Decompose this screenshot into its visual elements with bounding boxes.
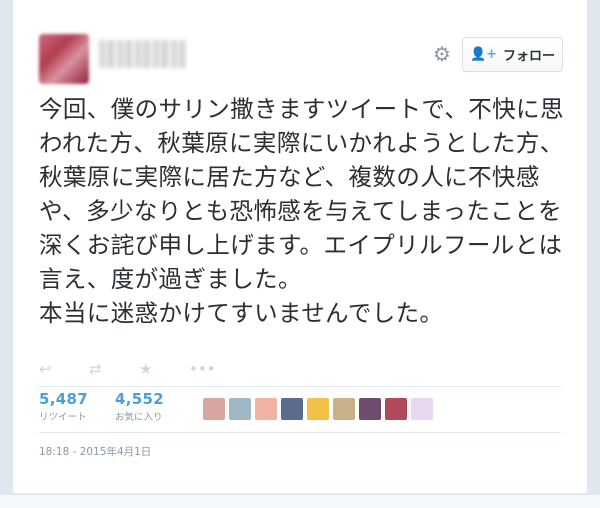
retweets-count: 5,487 — [39, 390, 88, 408]
favorites-count: 4,552 — [115, 390, 164, 408]
favoriter-avatar[interactable] — [281, 398, 303, 420]
user-name-blurred[interactable] — [99, 40, 185, 68]
divider — [39, 386, 561, 387]
favoriter-avatar[interactable] — [229, 398, 251, 420]
divider — [39, 432, 561, 433]
more-icon[interactable]: ••• — [189, 360, 239, 380]
follow-button[interactable]: 👤+ フォロー — [462, 37, 563, 72]
reply-icon[interactable]: ↩ — [39, 360, 89, 380]
retweets-label: リツイート — [39, 412, 87, 423]
bottom-bar — [0, 494, 600, 508]
favoriter-avatar[interactable] — [411, 398, 433, 420]
tweet-timestamp[interactable]: 18:18 - 2015年4月1日 — [39, 444, 151, 459]
tweet-card: ⚙ 👤+ フォロー 今回、僕のサリン撒きますツイートで、不快に思われた方、秋葉原… — [12, 0, 588, 494]
favoriter-avatar[interactable] — [359, 398, 381, 420]
favoriter-avatar[interactable] — [307, 398, 329, 420]
retweet-icon[interactable]: ⇄ — [89, 360, 139, 380]
favoriter-avatar[interactable] — [385, 398, 407, 420]
favoriter-avatar[interactable] — [203, 398, 225, 420]
favoriter-avatar[interactable] — [333, 398, 355, 420]
favoriters-avatars — [203, 398, 433, 420]
favorites-label: お気に入り — [115, 412, 163, 423]
tweet-text: 今回、僕のサリン撒きますツイートで、不快に思われた方、秋葉原に実際にいかれようと… — [39, 95, 564, 327]
favoriter-avatar[interactable] — [255, 398, 277, 420]
add-user-icon: 👤+ — [469, 47, 498, 62]
avatar[interactable] — [39, 34, 89, 84]
tweet-actions: ↩ ⇄ ★ ••• — [39, 360, 239, 380]
gear-icon[interactable]: ⚙ — [431, 43, 453, 65]
favorites-stat[interactable]: 4,552 お気に入り — [115, 390, 164, 423]
favorite-icon[interactable]: ★ — [139, 360, 189, 380]
follow-button-label: フォロー — [503, 49, 556, 64]
retweets-stat[interactable]: 5,487 リツイート — [39, 390, 88, 423]
